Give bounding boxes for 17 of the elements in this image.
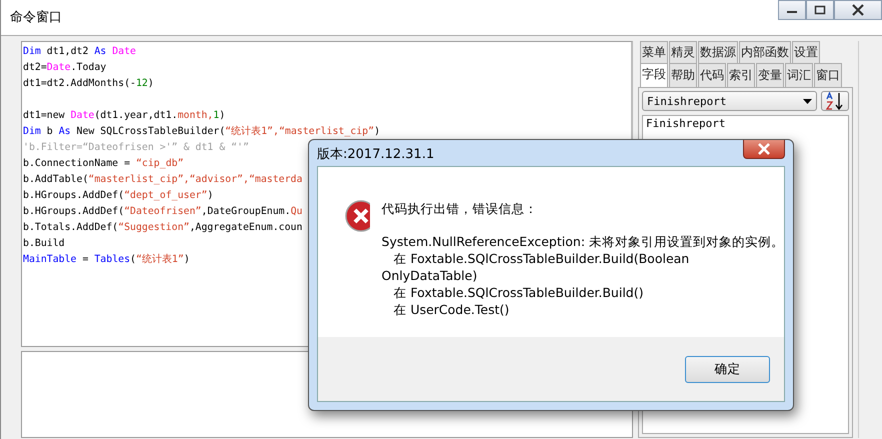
code-line: MainTable = Tables(“统计表1”) <box>23 252 190 267</box>
code-line: b.AddTable(“masterlist_cip”,“advisor”,“masterda <box>23 173 302 187</box>
code-line: Dim b As New SQLCrossTableBuilder(“统计表1”,“masterlist_cip”) <box>23 124 380 139</box>
code-line: b.Totals.AddDef(“Suggestion”,AggregateEnum.coun <box>23 221 302 235</box>
code-line: 'b.Filter=“Dateofrisen >'” & dt1 & “'” <box>23 141 249 155</box>
error-heading: 代码执行出错，错误信息： <box>382 201 539 218</box>
code-line: b.ConnectionName = “cip_db” <box>23 157 184 171</box>
code-line: b.HGroups.AddDef(“Dateofrisen”,DateGroupEnum.Qu <box>23 205 302 219</box>
code-line: b.Build <box>23 237 65 251</box>
code-line: dt1=new Date(dt1.year,dt1.month,1) <box>23 109 226 123</box>
error-message: System.NullReferenceException: 未将对象引用设置到对象的实例。 在 Foxtable.SQlCrossTableBuilder.Build(Boolean OnlyDataTable) 在 Foxtable.SQlCrossTableBuilder.Build() 在 UserCode.Test() <box>382 233 784 318</box>
dialog-title: 版本:2017.12.31.1 <box>317 146 434 163</box>
window-title: 命令窗口 <box>10 9 62 26</box>
code-line: b.HGroups.AddDef(“dept_of_user”) <box>23 189 214 203</box>
code-line: Dim dt1,dt2 As Date <box>23 45 136 59</box>
code-line: dt2=Date.Today <box>23 61 106 75</box>
code-line: dt1=dt2.AddMonths(-12) <box>23 77 154 91</box>
